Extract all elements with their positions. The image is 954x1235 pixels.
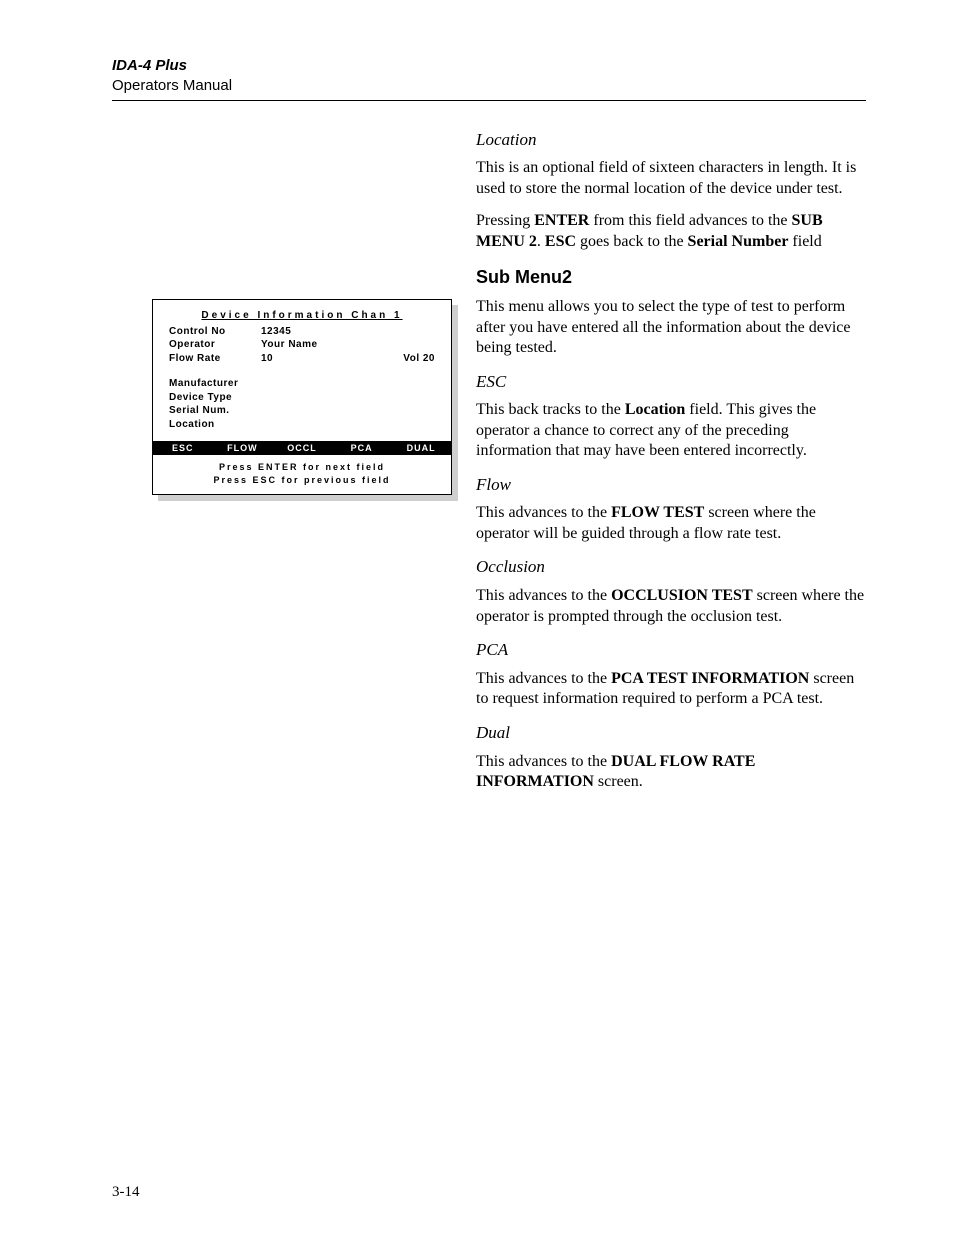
field-label: Serial Num. [169,404,261,418]
device-row: Operator Your Name [169,338,435,352]
text: Pressing [476,212,534,229]
device-menu-bar: ESC FLOW OCCL PCA DUAL [153,441,451,455]
heading-flow: Flow [476,474,866,496]
menu-item-esc[interactable]: ESC [153,443,213,453]
device-row: Serial Num. [169,404,435,418]
para-occlusion: This advances to the OCCLUSION TEST scre… [476,586,866,627]
bold-occltest: OCCLUSION TEST [611,587,753,604]
para-dual: This advances to the DUAL FLOW RATE INFO… [476,752,866,793]
header-manual: Operators Manual [112,76,866,96]
menu-item-pca[interactable]: PCA [332,443,392,453]
heading-esc: ESC [476,371,866,393]
menu-item-dual[interactable]: DUAL [391,443,451,453]
menu-item-flow[interactable]: FLOW [213,443,273,453]
field-value: 10 [261,352,375,366]
bold-serial: Serial Number [688,233,789,250]
text: screen. [594,773,643,790]
field-value: 12345 [261,325,375,339]
para-submenu: This menu allows you to select the type … [476,297,866,358]
heading-dual: Dual [476,722,866,744]
text: This back tracks to the [476,401,625,418]
running-header: IDA-4 Plus Operators Manual [112,56,866,101]
content-columns: Device Information Chan 1 Control No 123… [112,129,866,805]
para-esc: This back tracks to the Location field. … [476,400,866,461]
hint-esc: Press ESC for previous field [153,474,451,487]
text: . [537,233,545,250]
device-title: Device Information Chan 1 [153,310,451,321]
device-row: Location [169,418,435,432]
heading-location: Location [476,129,866,151]
device-screen: Device Information Chan 1 Control No 123… [152,299,452,496]
field-value: Your Name [261,338,375,352]
text: goes back to the [576,233,688,250]
para-location-2: Pressing ENTER from this field advances … [476,211,866,252]
field-label: Operator [169,338,261,352]
field-right [375,338,435,352]
field-label: Manufacturer [169,377,261,391]
menu-item-occl[interactable]: OCCL [272,443,332,453]
device-row: Manufacturer [169,377,435,391]
field-label: Control No [169,325,261,339]
para-flow: This advances to the FLOW TEST screen wh… [476,503,866,544]
device-row: Control No 12345 [169,325,435,339]
device-row: Device Type [169,391,435,405]
heading-submenu2: Sub Menu2 [476,266,866,289]
bold-flowtest: FLOW TEST [611,504,704,521]
field-label: Device Type [169,391,261,405]
heading-pca: PCA [476,639,866,661]
bold-esc: ESC [545,233,576,250]
field-right: Vol 20 [375,352,435,366]
bold-pcatest: PCA TEST INFORMATION [611,670,809,687]
text: This advances to the [476,504,611,521]
device-row: Flow Rate 10 Vol 20 [169,352,435,366]
device-fields: Control No 12345 Operator Your Name Flow… [153,325,451,436]
page-number: 3-14 [112,1184,140,1201]
header-product: IDA-4 Plus [112,56,866,76]
text: This advances to the [476,753,611,770]
field-label: Location [169,418,261,432]
field-label: Flow Rate [169,352,261,366]
heading-occlusion: Occlusion [476,556,866,578]
bold-enter: ENTER [534,212,589,229]
bold-location: Location [625,401,685,418]
text: This advances to the [476,670,611,687]
left-column: Device Information Chan 1 Control No 123… [112,129,452,496]
para-location-1: This is an optional field of sixteen cha… [476,158,866,199]
text: This advances to the [476,587,611,604]
right-column: Location This is an optional field of si… [476,129,866,805]
page: IDA-4 Plus Operators Manual Device Infor… [0,0,954,1235]
text: field [788,233,821,250]
device-screen-wrap: Device Information Chan 1 Control No 123… [152,299,452,496]
device-hints: Press ENTER for next field Press ESC for… [153,455,451,494]
hint-enter: Press ENTER for next field [153,461,451,474]
text: from this field advances to the [589,212,791,229]
device-spacer [169,365,435,377]
field-right [375,325,435,339]
para-pca: This advances to the PCA TEST INFORMATIO… [476,669,866,710]
